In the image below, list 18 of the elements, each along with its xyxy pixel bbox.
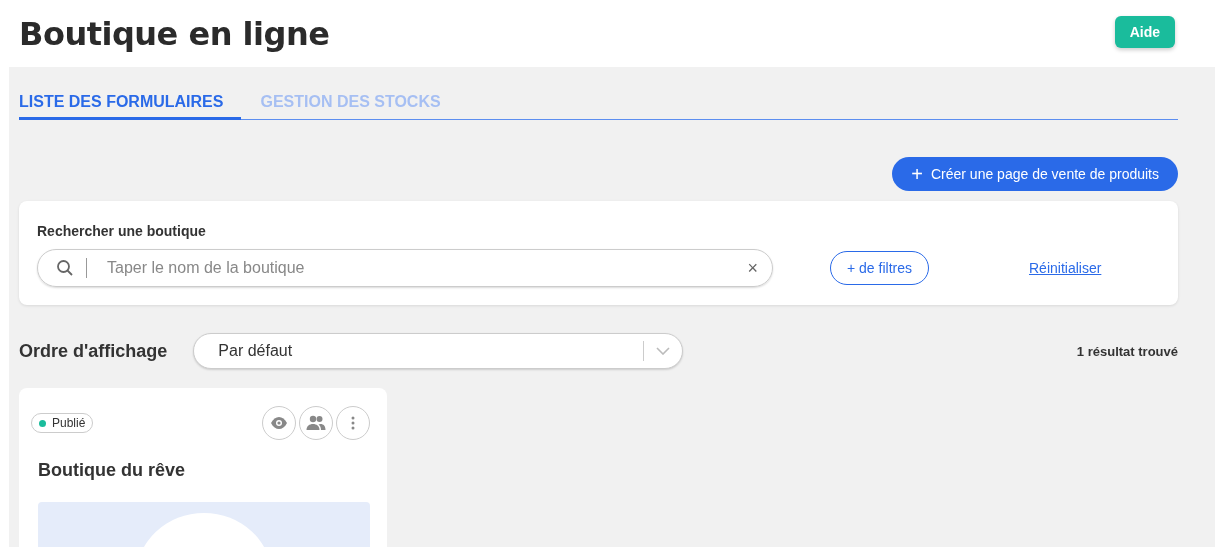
create-page-button[interactable]: + Créer une page de vente de produits [892,157,1178,191]
reset-link[interactable]: Réinitialiser [1029,260,1102,276]
people-icon [306,415,326,431]
clear-icon[interactable]: × [747,257,758,279]
eye-button[interactable] [262,406,296,440]
eye-icon [270,414,288,432]
search-label: Rechercher une boutique [37,223,207,239]
sort-label: Ordre d'affichage [19,340,168,362]
sort-select[interactable]: Par défaut [193,333,684,369]
search-icon [56,259,74,277]
people-button[interactable] [299,406,333,440]
filters-button[interactable]: + de filtres [830,251,929,285]
chevron-down-icon [656,347,671,355]
more-icon [351,416,355,430]
result-count: 1 résultat trouvé [1076,343,1178,359]
page-title: Boutique en ligne [19,14,330,53]
card-title: Boutique du rêve [38,460,186,481]
tab[interactable]: LISTE DES FORMULAIRES [19,89,242,120]
